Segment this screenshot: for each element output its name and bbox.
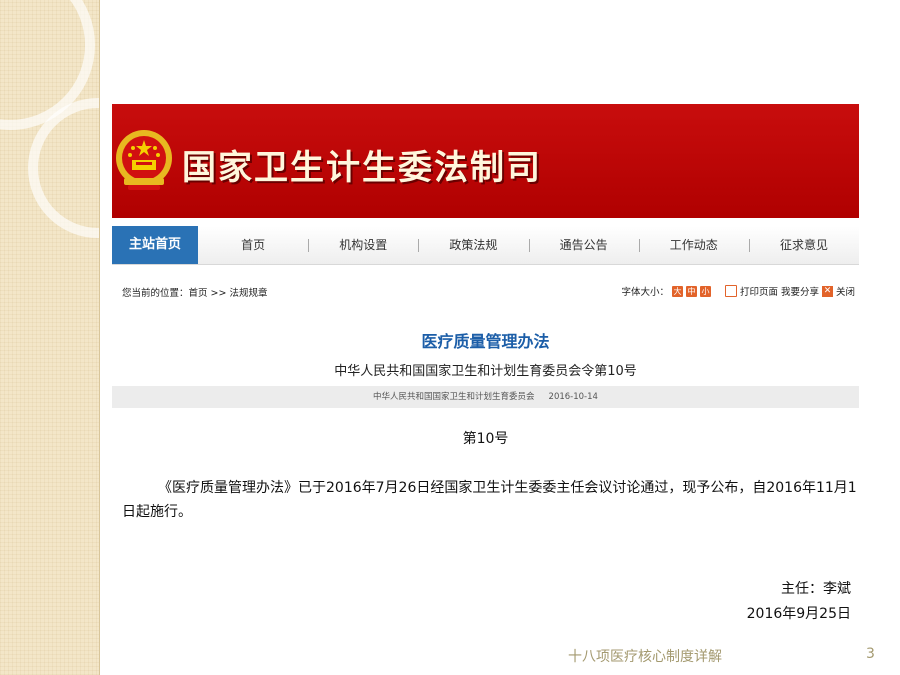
nav-items: 首页 机构设置 政策法规 通告公告 工作动态 征求意见 bbox=[198, 226, 859, 264]
article-meta: 中华人民共和国国家卫生和计划生育委员会 2016-10-14 bbox=[112, 386, 859, 408]
nav-item-notices[interactable]: 通告公告 bbox=[528, 226, 639, 264]
nav-item-consultation[interactable]: 征求意见 bbox=[748, 226, 859, 264]
print-icon bbox=[724, 285, 737, 297]
site-title: 国家卫生计生委法制司 bbox=[182, 148, 542, 188]
article-date: 2016-10-14 bbox=[548, 392, 598, 402]
slide-footer: 十八项医疗核心制度详解 bbox=[568, 649, 722, 665]
font-small-button[interactable]: 小 bbox=[699, 285, 711, 297]
share-link[interactable]: 我要分享 bbox=[781, 284, 819, 298]
font-medium-button[interactable]: 中 bbox=[685, 285, 697, 297]
main-navigation: 主站首页 首页 机构设置 政策法规 通告公告 工作动态 征求意见 bbox=[112, 226, 859, 265]
document-number: 第10号 bbox=[462, 431, 509, 447]
slide-page-number: 3 bbox=[866, 646, 875, 662]
font-size-label: 字体大小： bbox=[621, 287, 669, 298]
font-large-button[interactable]: 大 bbox=[671, 285, 683, 297]
nav-main-home[interactable]: 主站首页 bbox=[112, 226, 198, 264]
nav-item-organization[interactable]: 机构设置 bbox=[308, 226, 418, 264]
national-emblem-icon bbox=[116, 130, 172, 190]
signer: 主任：李斌 bbox=[781, 581, 851, 597]
webpage-screenshot: 国家卫生计生委法制司 主站首页 首页 机构设置 政策法规 通告公告 工作动态 征… bbox=[112, 104, 859, 624]
location-bar: 您当前的位置：首页 >> 法规规章 字体大小： 大 中 小 打印页面 我要分享 … bbox=[112, 280, 859, 302]
page-tools: 字体大小： 大 中 小 打印页面 我要分享 ✕ 关闭 bbox=[621, 284, 855, 298]
article-subtitle: 中华人民共和国国家卫生和计划生育委员会令第10号 bbox=[334, 364, 637, 379]
nav-item-policies[interactable]: 政策法规 bbox=[418, 226, 528, 264]
side-divider bbox=[99, 0, 100, 675]
slide-side-decoration bbox=[0, 0, 100, 675]
article-source: 中华人民共和国国家卫生和计划生育委员会 bbox=[373, 392, 535, 402]
nav-item-news[interactable]: 工作动态 bbox=[638, 226, 749, 264]
breadcrumb: 您当前的位置：首页 >> 法规规章 bbox=[122, 288, 268, 299]
nav-item-home[interactable]: 首页 bbox=[198, 226, 308, 264]
close-link[interactable]: 关闭 bbox=[836, 284, 855, 298]
site-banner: 国家卫生计生委法制司 bbox=[112, 104, 859, 218]
sign-date: 2016年9月25日 bbox=[746, 606, 851, 622]
print-link[interactable]: 打印页面 bbox=[740, 284, 778, 298]
article-body: 《医疗质量管理办法》已于2016年7月26日经国家卫生计生委委主任会议讨论通过，… bbox=[122, 480, 857, 520]
article-title: 医疗质量管理办法 bbox=[421, 332, 550, 351]
close-icon: ✕ bbox=[821, 285, 833, 297]
